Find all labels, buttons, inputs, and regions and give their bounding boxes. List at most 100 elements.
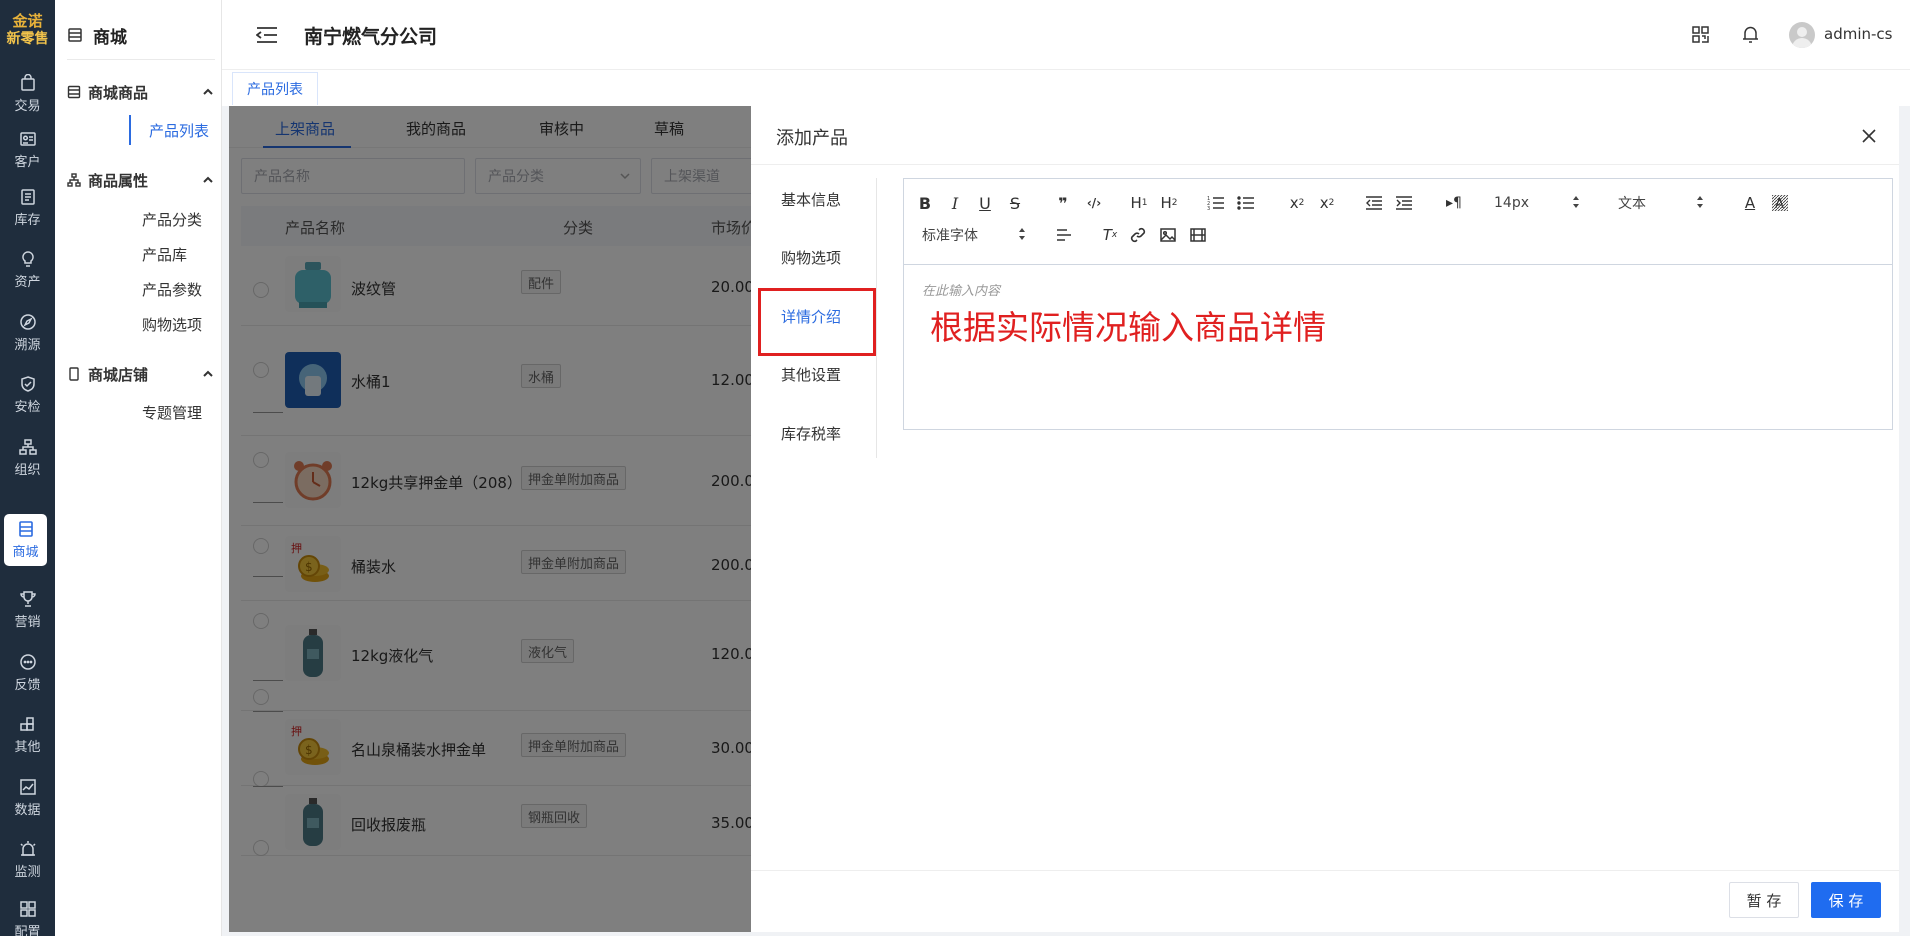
sidebar-group-label: 商品属性 — [88, 171, 149, 190]
bullet-list-button[interactable] — [1236, 191, 1256, 215]
strike-button[interactable]: S — [1006, 191, 1024, 215]
direction-button[interactable]: ▸¶ — [1444, 191, 1464, 215]
logo-text-bottom: 新零售 — [6, 31, 49, 47]
bag-icon — [20, 74, 35, 91]
rail-item-mall[interactable]: 商城 — [4, 514, 47, 566]
nav-other-settings[interactable]: 其他设置 — [755, 359, 867, 389]
image-button[interactable] — [1158, 223, 1178, 247]
sidebar-group-attributes[interactable]: 商品属性 — [67, 165, 217, 195]
h2-button[interactable]: H2 — [1158, 191, 1180, 215]
drawer-footer-divider — [751, 870, 1899, 871]
editor-toolbar: B I U S ❞ ‹/› H1 H2 123 x2 x2 ▸¶ 14px 文本… — [904, 179, 1892, 265]
nav-stock-tax[interactable]: 库存税率 — [755, 418, 867, 448]
highlight-icon: A — [1772, 195, 1788, 212]
rail-label: 资产 — [14, 275, 41, 290]
app-rail: 金诺 新零售 交易 客户 库存 资产 溯源 安检 组织 商城 营销 反馈 其他 … — [0, 0, 55, 936]
rail-label: 配置 — [14, 925, 41, 936]
draft-button[interactable]: 暂 存 — [1729, 882, 1799, 918]
rail-item-monitor[interactable]: 监测 — [0, 832, 55, 888]
highlight-box — [758, 288, 876, 356]
menu-fold-icon[interactable] — [256, 26, 278, 44]
rail-item-asset[interactable]: 资产 — [0, 242, 55, 298]
nav-basic-info[interactable]: 基本信息 — [755, 184, 867, 214]
select-arrows-icon — [1019, 228, 1025, 240]
bell-icon[interactable] — [1742, 25, 1759, 44]
rail-item-trace[interactable]: 溯源 — [0, 305, 55, 361]
rail-item-feedback[interactable]: 反馈 — [0, 645, 55, 701]
alarm-icon — [19, 841, 36, 856]
save-button[interactable]: 保 存 — [1811, 882, 1881, 918]
sidebar-group-label: 商城店铺 — [88, 365, 149, 384]
font-color-button[interactable]: A — [1740, 191, 1760, 215]
compass-icon — [19, 314, 36, 330]
rail-item-org[interactable]: 组织 — [0, 430, 55, 486]
superscript-button[interactable]: x2 — [1316, 191, 1338, 215]
ordered-list-button[interactable]: 123 — [1206, 191, 1226, 215]
link-button[interactable] — [1128, 223, 1148, 247]
top-header: 南宁燃气分公司 admin-cs — [222, 0, 1910, 70]
annotation-text: 根据实际情况输入商品详情 — [930, 308, 1326, 347]
text-type-value: 文本 — [1618, 196, 1646, 212]
background-color-button[interactable]: A — [1770, 191, 1790, 215]
rail-label: 其他 — [14, 740, 41, 755]
rail-item-stock[interactable]: 库存 — [0, 180, 55, 236]
image-icon — [1160, 228, 1176, 242]
chat-icon — [19, 654, 36, 670]
font-size-value: 14px — [1494, 195, 1529, 211]
org-chart-icon — [18, 439, 37, 455]
subscript-button[interactable]: x2 — [1286, 191, 1308, 215]
rail-item-inspection[interactable]: 安检 — [0, 367, 55, 423]
rail-item-config[interactable]: 配置 — [0, 892, 55, 936]
text-type-select[interactable]: 文本 — [1618, 191, 1704, 215]
font-family-select[interactable]: 标准字体 — [922, 223, 1026, 247]
brand-logo[interactable]: 金诺 新零售 — [0, 0, 55, 60]
align-button[interactable] — [1054, 223, 1074, 247]
sidebar-group-store[interactable]: 商城店铺 — [67, 359, 217, 389]
outdent-button[interactable] — [1364, 191, 1384, 215]
blockquote-button[interactable]: ❞ — [1054, 191, 1072, 215]
rail-label: 数据 — [14, 803, 41, 818]
rail-label: 监测 — [14, 865, 41, 880]
rail-label: 反馈 — [14, 678, 41, 693]
nav-shopping-options[interactable]: 购物选项 — [755, 242, 867, 272]
close-icon[interactable] — [1861, 128, 1877, 144]
logo-text-top: 金诺 — [12, 12, 43, 30]
h1-button[interactable]: H1 — [1128, 191, 1150, 215]
chevron-up-icon — [203, 370, 213, 377]
rail-item-marketing[interactable]: 营销 — [0, 582, 55, 638]
list-box-icon — [20, 189, 35, 205]
indent-button[interactable] — [1394, 191, 1414, 215]
bulb-icon — [21, 251, 34, 267]
page-edge — [1899, 106, 1910, 932]
rail-label: 商城 — [12, 545, 39, 560]
sidebar-item-product-list[interactable]: 产品列表 — [129, 115, 227, 145]
rail-item-data[interactable]: 数据 — [0, 770, 55, 826]
code-button[interactable]: ‹/› — [1084, 191, 1104, 215]
sidebar-title-text: 商城 — [93, 27, 127, 48]
modal-overlay[interactable] — [229, 106, 751, 932]
rail-item-trade[interactable]: 交易 — [0, 66, 55, 122]
bold-button[interactable]: B — [916, 191, 934, 215]
rail-item-other[interactable]: 其他 — [0, 707, 55, 763]
qrcode-icon[interactable] — [1692, 26, 1709, 43]
sidebar-divider — [67, 59, 215, 60]
rail-item-customer[interactable]: 客户 — [0, 122, 55, 178]
italic-button[interactable]: I — [946, 191, 964, 215]
sidebar-group-products[interactable]: 商城商品 — [67, 77, 217, 107]
clear-format-button[interactable]: Tx — [1100, 223, 1120, 247]
sidebar-group-label: 商城商品 — [88, 83, 149, 102]
phone-icon — [69, 367, 79, 381]
rich-text-editor[interactable]: B I U S ❞ ‹/› H1 H2 123 x2 x2 ▸¶ 14px 文本… — [903, 178, 1893, 430]
mall-sidebar: 商城 商城商品 产品列表 商品属性 产品分类 产品库 产品参数 购物选项 商城店… — [55, 0, 222, 936]
nav-divider — [876, 178, 877, 458]
user-avatar[interactable] — [1789, 22, 1815, 48]
username[interactable]: admin-cs — [1824, 25, 1892, 43]
rail-label: 营销 — [14, 615, 41, 630]
select-arrows-icon — [1697, 196, 1703, 208]
tab-product-list[interactable]: 产品列表 — [232, 72, 318, 105]
rail-label: 库存 — [14, 213, 41, 228]
underline-button[interactable]: U — [976, 191, 994, 215]
chevron-up-icon — [203, 176, 213, 183]
font-size-select[interactable]: 14px — [1494, 191, 1580, 215]
video-button[interactable] — [1188, 223, 1208, 247]
